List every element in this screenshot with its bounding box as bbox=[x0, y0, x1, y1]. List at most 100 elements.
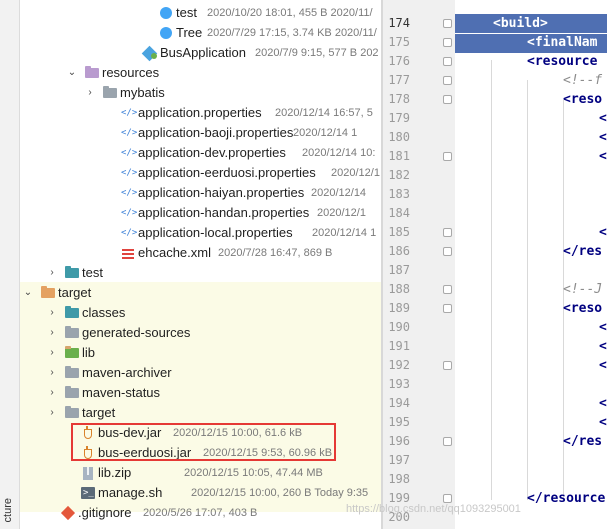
code-line[interactable]: < bbox=[599, 128, 607, 147]
code-line[interactable]: <!--f bbox=[563, 71, 602, 90]
fold-marker-icon[interactable] bbox=[443, 437, 452, 446]
gitignore-file-icon bbox=[60, 505, 76, 521]
fold-marker-icon[interactable] bbox=[443, 361, 452, 370]
code-editor[interactable]: <build> <finalNam <resource <!--f <reso < < < < <… bbox=[455, 0, 607, 529]
fold-marker-icon[interactable] bbox=[443, 76, 452, 85]
fold-marker-icon[interactable] bbox=[443, 95, 452, 104]
code-line[interactable]: <!--J bbox=[563, 280, 602, 299]
tree-item[interactable]: ⌄ target bbox=[20, 283, 381, 303]
line-number: 182 bbox=[388, 168, 410, 182]
code-line[interactable]: < bbox=[599, 223, 607, 242]
line-number: 194 bbox=[388, 396, 410, 410]
watermark: https://blog.csdn.net/qq1093295001 bbox=[346, 503, 521, 515]
tree-item[interactable]: >_ manage.sh 2020/12/15 10:00, 260 B Today… bbox=[20, 483, 381, 503]
line-number: 192 bbox=[388, 358, 410, 372]
fold-marker-icon[interactable] bbox=[443, 19, 452, 28]
fold-marker-icon[interactable] bbox=[443, 57, 452, 66]
fold-marker-icon[interactable] bbox=[443, 247, 452, 256]
tree-item-label: maven-status bbox=[82, 385, 161, 400]
line-number: 178 bbox=[388, 92, 410, 106]
code-line[interactable]: <resource bbox=[527, 52, 597, 71]
tree-item-meta: 2020/10/20 18:01, 455 B 2020/11/ bbox=[207, 7, 373, 19]
tree-item-label: application.properties bbox=[138, 105, 262, 120]
tree-item-meta: 2020/7/28 16:47, 869 B bbox=[218, 247, 333, 259]
chevron-right-icon[interactable]: › bbox=[46, 303, 58, 323]
fold-marker-icon[interactable] bbox=[443, 38, 452, 47]
chevron-down-icon[interactable]: ⌄ bbox=[22, 283, 34, 303]
tree-item[interactable]: .gitignore 2020/5/26 17:07, 403 B bbox=[20, 503, 381, 523]
chevron-right-icon[interactable]: › bbox=[46, 343, 58, 363]
tree-item[interactable]: › mybatis bbox=[20, 83, 381, 103]
code-line[interactable]: </res bbox=[563, 432, 602, 451]
line-number: 175 bbox=[388, 35, 410, 49]
code-line[interactable]: </resource bbox=[527, 489, 605, 508]
tree-item[interactable]: test 2020/10/20 18:01, 455 B 2020/11/ bbox=[20, 3, 381, 23]
tree-item-meta: 2020/12/15 10:05, 47.44 MB bbox=[184, 467, 323, 479]
tree-item[interactable]: › maven-archiver bbox=[20, 363, 381, 383]
code-line[interactable]: < bbox=[599, 413, 607, 432]
tree-item[interactable]: › maven-status bbox=[20, 383, 381, 403]
library-folder-icon bbox=[65, 346, 79, 358]
tree-item[interactable]: ehcache.xml 2020/7/28 16:47, 869 B bbox=[20, 243, 381, 263]
tree-item[interactable]: › test bbox=[20, 263, 381, 283]
tree-item[interactable]: › lib bbox=[20, 343, 381, 363]
tree-item[interactable]: </> application-dev.properties 2020/12/14 … bbox=[20, 143, 381, 163]
tree-item-meta: 2020/12/14 1 bbox=[293, 127, 358, 139]
tree-item-label: manage.sh bbox=[98, 485, 163, 500]
line-number: 197 bbox=[388, 453, 410, 467]
code-line[interactable]: <reso bbox=[563, 90, 602, 109]
tree-item[interactable]: </> application-local.properties 2020/12/1… bbox=[20, 223, 381, 243]
tree-item[interactable]: › generated-sources bbox=[20, 323, 381, 343]
code-line[interactable]: <reso bbox=[563, 299, 602, 318]
properties-file-icon: </> bbox=[121, 148, 138, 158]
code-line[interactable]: < bbox=[599, 356, 607, 375]
classes-folder-icon bbox=[65, 306, 79, 318]
zip-file-icon bbox=[81, 466, 95, 480]
fold-marker-icon[interactable] bbox=[443, 304, 452, 313]
chevron-down-icon[interactable]: ⌄ bbox=[66, 63, 78, 83]
line-number: 174 bbox=[388, 16, 410, 30]
editor-gutter: 174 175 176 177 178 179 180 181 182 183 184 185 186 1… bbox=[383, 0, 455, 529]
code-line[interactable]: < bbox=[599, 337, 607, 356]
tree-item[interactable]: ⌄ resources bbox=[20, 63, 381, 83]
line-number: 196 bbox=[388, 434, 410, 448]
code-line[interactable]: <build> bbox=[491, 14, 548, 33]
tree-item[interactable]: BusApplication 2020/7/9 9:15, 577 B 202 bbox=[20, 43, 381, 63]
line-number: 190 bbox=[388, 320, 410, 334]
tree-item[interactable]: </> application-baoji.properties 2020/12/1… bbox=[20, 123, 381, 143]
chevron-right-icon[interactable]: › bbox=[84, 83, 96, 103]
tree-item[interactable]: lib.zip 2020/12/15 10:05, 47.44 MB bbox=[20, 463, 381, 483]
code-line[interactable]: <finalNam bbox=[527, 33, 597, 52]
tree-item-label: .gitignore bbox=[78, 505, 132, 520]
code-line[interactable]: < bbox=[599, 109, 607, 128]
code-line[interactable]: </res bbox=[563, 242, 602, 261]
tree-item[interactable]: </> application.properties 2020/12/14 16:5… bbox=[20, 103, 381, 123]
tree-item[interactable]: › classes bbox=[20, 303, 381, 323]
code-line[interactable]: < bbox=[599, 318, 607, 337]
tree-item[interactable]: </> application-haiyan.properties 2020/12/… bbox=[20, 183, 381, 203]
tree-item[interactable]: Tree 2020/7/29 17:15, 3.74 KB 2020/11/ bbox=[20, 23, 381, 43]
code-line[interactable]: < bbox=[599, 394, 607, 413]
line-number: 186 bbox=[388, 244, 410, 258]
structure-tab[interactable]: cture bbox=[2, 498, 14, 522]
fold-marker-icon[interactable] bbox=[443, 285, 452, 294]
chevron-right-icon[interactable]: › bbox=[46, 263, 58, 283]
fold-marker-icon[interactable] bbox=[443, 228, 452, 237]
tree-item[interactable]: </> application-handan.properties 2020/12/… bbox=[20, 203, 381, 223]
tree-item[interactable]: › target bbox=[20, 403, 381, 423]
tree-item-label: test bbox=[176, 5, 197, 20]
chevron-right-icon[interactable]: › bbox=[46, 383, 58, 403]
tree-item[interactable]: </> application-eerduosi.properties 2020/1… bbox=[20, 163, 381, 183]
fold-marker-icon[interactable] bbox=[443, 152, 452, 161]
fold-marker-icon[interactable] bbox=[443, 494, 452, 503]
chevron-right-icon[interactable]: › bbox=[46, 323, 58, 343]
jar-files-highlight-box bbox=[71, 423, 336, 461]
chevron-right-icon[interactable]: › bbox=[46, 363, 58, 383]
line-number: 185 bbox=[388, 225, 410, 239]
tree-item-meta: 2020/7/29 17:15, 3.74 KB 2020/11/ bbox=[207, 27, 377, 39]
tree-item-label: ehcache.xml bbox=[138, 245, 211, 260]
line-number: 191 bbox=[388, 339, 410, 353]
code-line[interactable]: < bbox=[599, 147, 607, 166]
chevron-right-icon[interactable]: › bbox=[46, 403, 58, 423]
line-number: 193 bbox=[388, 377, 410, 391]
